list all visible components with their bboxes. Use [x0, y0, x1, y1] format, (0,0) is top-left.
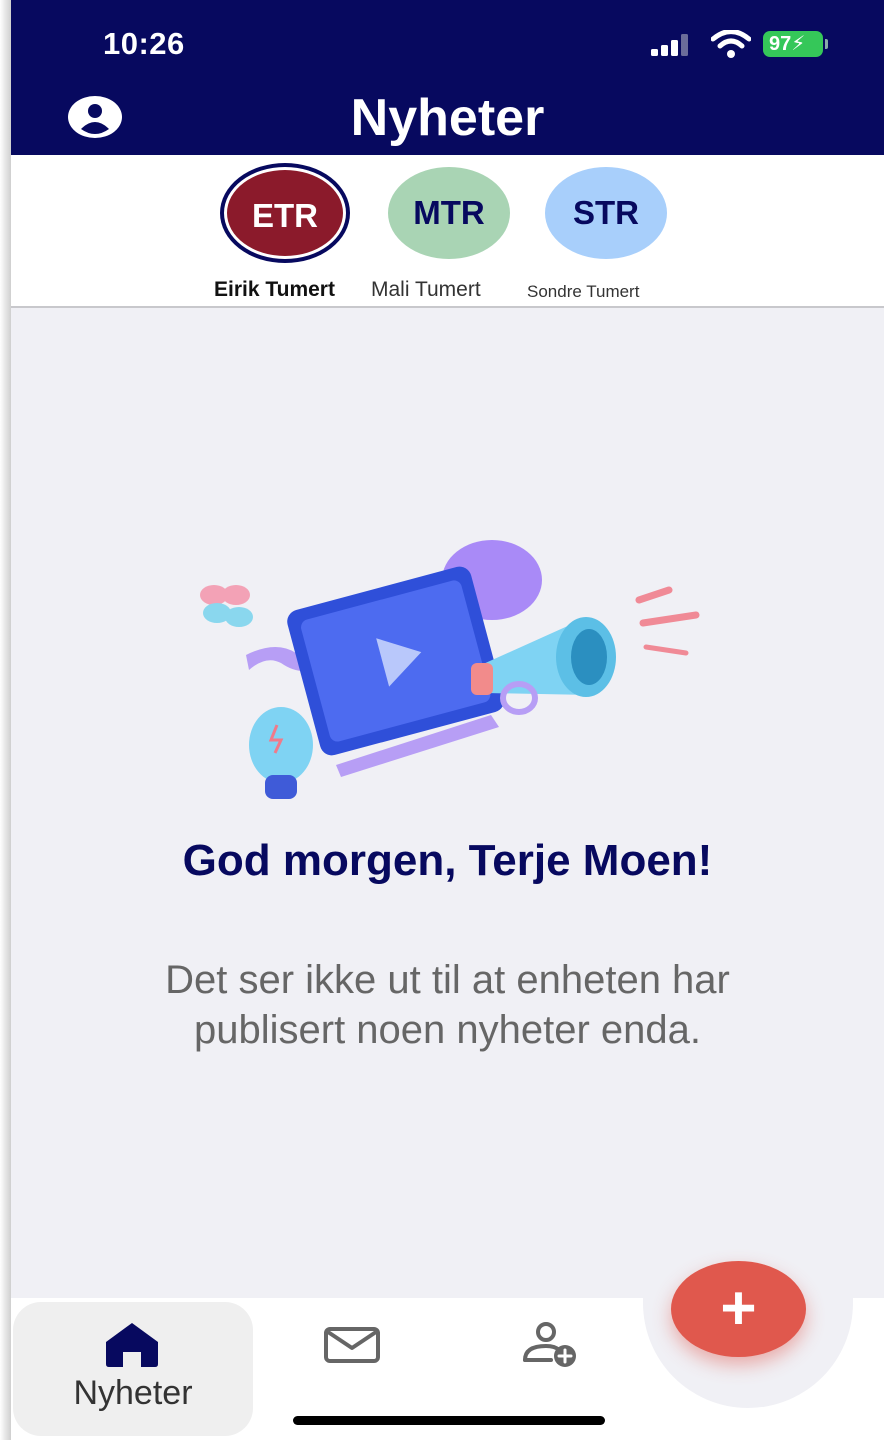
- battery-cap: [825, 39, 828, 49]
- cellular-signal-icon: [651, 34, 688, 56]
- add-user-icon[interactable]: [521, 1322, 581, 1368]
- battery-indicator: 97⚡: [763, 31, 823, 57]
- greeting-heading: God morgen, Terje Moen!: [182, 836, 713, 885]
- top-header: 10:26 97⚡ Nyheter: [11, 0, 884, 155]
- member-avatar-mtr[interactable]: MTR: [388, 167, 510, 259]
- empty-state-message: Det ser ikke ut til at enheten har publi…: [165, 958, 730, 1052]
- member-name-mtr[interactable]: Mali Tumert: [371, 278, 481, 302]
- member-name-etr[interactable]: Eirik Tumert: [214, 278, 335, 302]
- charging-icon: ⚡: [791, 33, 806, 55]
- left-edge: [0, 0, 11, 1440]
- add-news-button[interactable]: +: [671, 1261, 806, 1357]
- member-avatar-str[interactable]: STR: [545, 167, 667, 259]
- member-selector: ETR MTR STR Eirik Tumert Mali Tumert Son…: [11, 155, 884, 308]
- member-name-str[interactable]: Sondre Tumert: [527, 282, 639, 302]
- flower-decoration: [200, 585, 253, 627]
- battery-level: 97: [769, 33, 792, 55]
- page-title: Nyheter: [350, 89, 545, 147]
- wifi-icon: [711, 30, 751, 58]
- status-time: 10:26: [103, 26, 185, 61]
- mail-icon[interactable]: [323, 1326, 381, 1364]
- home-icon[interactable]: [103, 1320, 161, 1368]
- news-megaphone-illustration: [200, 540, 700, 799]
- member-avatar-etr[interactable]: ETR: [224, 167, 346, 259]
- tab-nyheter-label[interactable]: Nyheter: [13, 1374, 253, 1413]
- home-indicator: [293, 1416, 605, 1425]
- app-screen: 10:26 97⚡ Nyheter ETR MTR STR Eirik Tume…: [11, 0, 884, 1440]
